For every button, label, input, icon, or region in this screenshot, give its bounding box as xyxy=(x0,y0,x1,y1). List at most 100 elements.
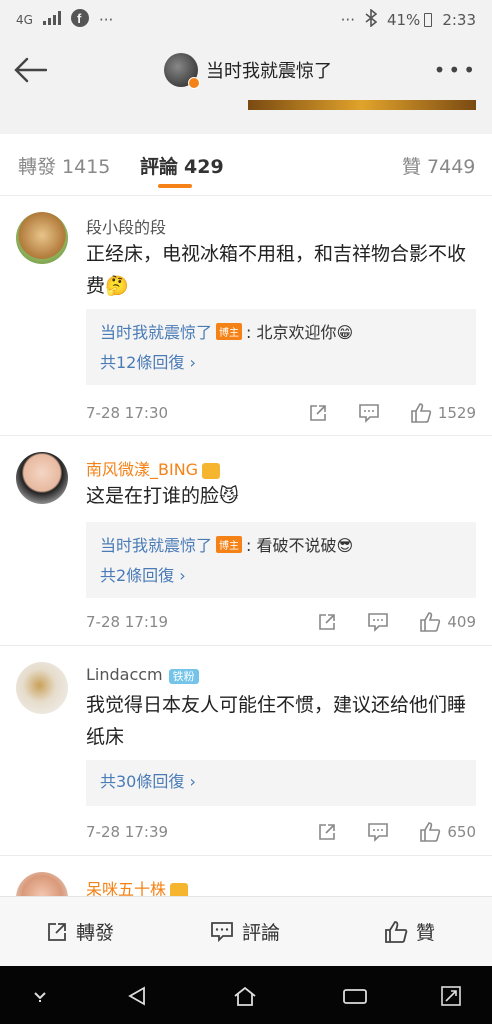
bluetooth-icon xyxy=(365,8,378,31)
comment-label: 評論 xyxy=(242,922,281,944)
comment-author[interactable]: 呆咪五十株 xyxy=(86,876,189,896)
tab-label: 贊 xyxy=(402,156,422,178)
network-indicator: 4G xyxy=(16,13,33,27)
like-count: 650 xyxy=(447,823,476,841)
repost-comment-button[interactable] xyxy=(317,822,337,842)
reply-box[interactable]: 当时我就震惊了 博主 : 北京欢迎你😁 共12條回復 › xyxy=(86,309,476,385)
repost-comment-button[interactable] xyxy=(317,612,337,632)
author-name: Lindaccm xyxy=(86,665,163,684)
repost-icon xyxy=(319,824,336,840)
thumbs-up-icon xyxy=(411,403,432,423)
author-badge: 博主 xyxy=(216,535,243,553)
home-nav-icon[interactable] xyxy=(232,983,258,1009)
comment-item: 段小段的段 正经床，电视冰箱不用租，和吉祥物合影不收费🤔 当时我就震惊了 博主 … xyxy=(0,196,492,436)
vip-icon xyxy=(170,882,189,896)
reply-box[interactable]: 当时我就震惊了 博主 : 看破不说破😎 共2條回復 › xyxy=(86,522,476,598)
clock: 2:33 xyxy=(442,11,476,29)
author-badge: 博主 xyxy=(216,322,243,340)
repost-icon xyxy=(48,922,66,941)
comment-time: 7-28 17:39 xyxy=(86,823,169,841)
like-button[interactable]: 贊 xyxy=(384,918,435,945)
more-replies-link[interactable]: 共12條回復 › xyxy=(100,351,462,375)
comment-author[interactable]: 南风微漾_BING xyxy=(86,456,221,480)
comment-icon xyxy=(359,404,379,423)
repost-icon xyxy=(310,405,326,421)
comment-meta: 7-28 17:19 409 xyxy=(86,610,476,634)
header-bar: 当时我就震惊了 ••• xyxy=(0,40,492,100)
comment-item: 南风微漾_BING 这是在打谁的脸😼 当时我就震惊了 博主 : 看破不说破😎 共… xyxy=(0,436,492,646)
post-author[interactable]: 当时我就震惊了 xyxy=(164,53,332,89)
comment-meta: 7-28 17:30 1529 xyxy=(86,401,476,425)
reply-comment-button[interactable] xyxy=(358,403,380,423)
tabs: 轉發 1415 評論 429 贊 7449 xyxy=(0,134,492,196)
overflow-icon: ··· xyxy=(340,11,355,29)
comment-icon xyxy=(211,921,233,942)
tab-count: 7449 xyxy=(427,156,476,178)
thumbs-up-icon xyxy=(420,612,441,632)
divider xyxy=(0,118,492,134)
hide-nav-icon[interactable] xyxy=(27,983,53,1009)
repost-button[interactable]: 轉發 xyxy=(46,918,114,945)
vip-icon xyxy=(202,462,221,479)
thumbs-up-icon xyxy=(385,920,408,943)
post-image-peek xyxy=(0,100,492,118)
comment-text: 这是在打谁的脸😼 xyxy=(86,485,239,507)
comment-button[interactable]: 評論 xyxy=(210,918,280,945)
like-count: 1529 xyxy=(437,404,476,422)
tab-label: 評論 xyxy=(140,156,179,178)
comment-time: 7-28 17:19 xyxy=(86,613,169,631)
recents-nav-icon[interactable] xyxy=(342,983,368,1009)
like-comment-button[interactable]: 1529 xyxy=(410,402,476,424)
comment-icon xyxy=(368,823,389,842)
tab-count: 1415 xyxy=(62,156,111,178)
avatar[interactable] xyxy=(16,872,68,896)
facebook-icon: f xyxy=(70,9,89,31)
back-button[interactable] xyxy=(10,52,50,88)
tab-label: 轉發 xyxy=(18,156,57,178)
reply-box[interactable]: 共30條回復 › xyxy=(86,760,476,806)
battery-icon xyxy=(424,13,433,27)
back-nav-icon[interactable] xyxy=(124,983,150,1009)
comment-list: 段小段的段 正经床，电视冰箱不用租，和吉祥物合影不收费🤔 当时我就震惊了 博主 … xyxy=(0,196,492,896)
author-name: 呆咪五十株 xyxy=(86,880,167,896)
comment-item: 呆咪五十株 xyxy=(0,856,492,896)
more-replies-link[interactable]: 共30條回復 › xyxy=(100,770,462,794)
comment-text: 我觉得日本友人可能住不惯，建议还给他们睡纸床 xyxy=(86,694,467,748)
tab-repost[interactable]: 轉發 1415 xyxy=(18,152,110,179)
reply-comment-button[interactable] xyxy=(367,822,389,842)
like-comment-button[interactable]: 409 xyxy=(419,611,476,633)
reply-author[interactable]: 当时我就震惊了 xyxy=(100,319,212,343)
avatar[interactable] xyxy=(16,452,68,504)
svg-text:f: f xyxy=(77,11,82,26)
like-count: 409 xyxy=(447,613,476,631)
more-notifications-icon: ··· xyxy=(98,11,114,29)
repost-label: 轉發 xyxy=(76,922,115,944)
bottom-action-bar: 轉發 評論 贊 xyxy=(0,896,492,966)
thumbs-up-icon xyxy=(420,822,441,842)
like-comment-button[interactable]: 650 xyxy=(419,821,476,843)
tab-comment[interactable]: 評論 429 xyxy=(140,152,224,179)
comment-author[interactable]: Lindaccm 铁粉 xyxy=(86,665,199,684)
active-tab-indicator xyxy=(158,184,192,188)
fan-badge: 铁粉 xyxy=(168,669,199,684)
more-options-icon[interactable]: ••• xyxy=(434,58,478,82)
reply-comment-button[interactable] xyxy=(367,612,389,632)
comment-time: 7-28 17:30 xyxy=(86,404,169,422)
author-name: 南风微漾_BING xyxy=(86,460,199,479)
signal-icon xyxy=(42,11,61,29)
comment-author[interactable]: 段小段的段 xyxy=(86,214,166,238)
avatar[interactable] xyxy=(16,212,68,264)
reply-author[interactable]: 当时我就震惊了 xyxy=(100,532,212,556)
comment-meta: 7-28 17:39 650 xyxy=(86,820,476,844)
reply-text: : 看破不说破😎 xyxy=(246,536,354,555)
comment-item: Lindaccm 铁粉 我觉得日本友人可能住不惯，建议还给他们睡纸床 共30條回復… xyxy=(0,646,492,856)
tab-like[interactable]: 贊 7449 xyxy=(402,152,475,179)
comment-icon xyxy=(368,613,389,632)
screen-toggle-icon[interactable] xyxy=(438,983,464,1009)
status-bar: 4G f ··· ··· 41% 2:33 xyxy=(0,0,492,40)
repost-comment-button[interactable] xyxy=(308,403,328,423)
avatar[interactable] xyxy=(16,662,68,714)
more-replies-link[interactable]: 共2條回復 › xyxy=(100,564,462,588)
tab-count: 429 xyxy=(184,156,224,178)
verified-icon xyxy=(188,77,200,89)
